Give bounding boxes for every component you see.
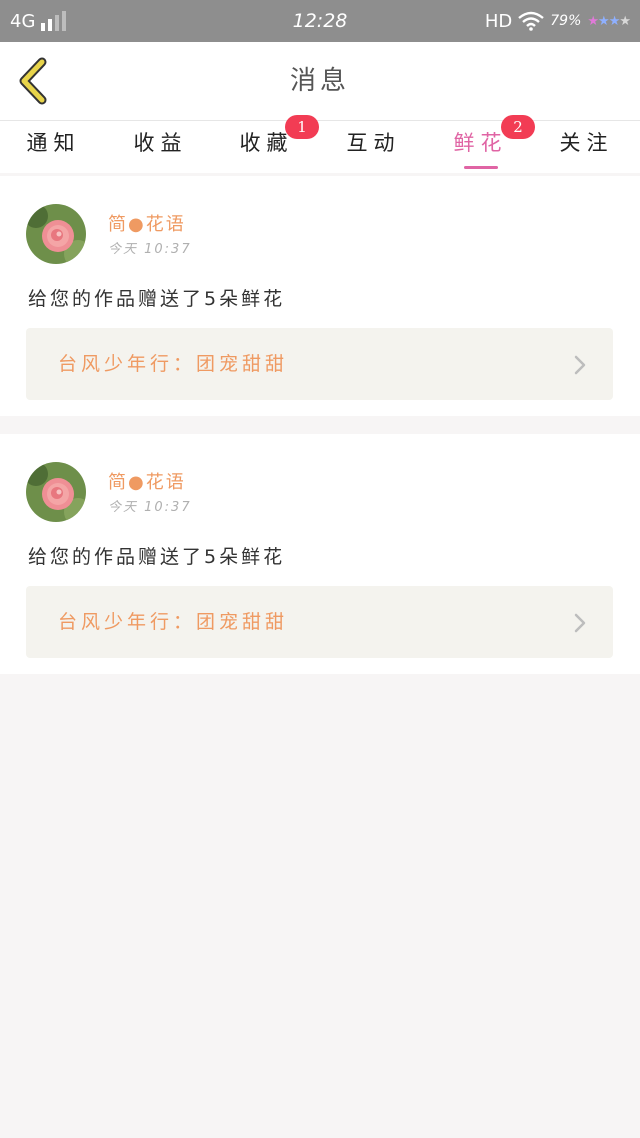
- work-link[interactable]: 台风少年行：团宠甜甜: [26, 328, 613, 400]
- tab-interactions[interactable]: 互动: [320, 121, 427, 173]
- tab-label: 收益: [133, 131, 188, 155]
- chevron-right-icon: [574, 355, 586, 375]
- tab-favorites[interactable]: 收藏 1: [213, 115, 320, 173]
- active-tab-indicator: [464, 166, 498, 169]
- avatar[interactable]: [26, 462, 86, 522]
- sender-name[interactable]: 简●花语: [108, 468, 186, 494]
- tab-label: 关注: [559, 131, 614, 155]
- unread-badge: 2: [501, 115, 535, 139]
- wifi-icon: [518, 11, 545, 31]
- hd-label: HD: [484, 10, 513, 32]
- message-text: 给您的作品赠送了5朵鲜花: [28, 546, 286, 568]
- unread-badge: 1: [285, 115, 319, 139]
- star-icon: ★★★★: [587, 13, 631, 29]
- tab-label: 通知: [26, 131, 81, 155]
- page-title: 消息: [289, 66, 350, 96]
- tab-bar: 通知 收益 收藏 1 互动 鲜花 2 关注: [0, 115, 640, 173]
- tab-flowers[interactable]: 鲜花 2: [427, 115, 535, 173]
- work-title: 台风少年行：团宠甜甜: [58, 353, 289, 375]
- tab-label: 鲜花: [453, 131, 508, 155]
- sender-name[interactable]: 简●花语: [108, 210, 186, 236]
- message-time: 今天 10:37: [108, 242, 192, 257]
- chevron-right-icon: [574, 613, 586, 633]
- status-right: HD 79% ★★★★: [484, 0, 631, 42]
- status-bar: 4G 12:28 HD 79% ★★★★: [0, 0, 640, 42]
- tab-label: 收藏: [239, 131, 294, 155]
- tab-following[interactable]: 关注: [533, 121, 640, 173]
- work-title: 台风少年行：团宠甜甜: [58, 611, 289, 633]
- message-card: 简●花语 今天 10:37 给您的作品赠送了5朵鲜花 台风少年行：团宠甜甜: [0, 434, 640, 674]
- message-card: 简●花语 今天 10:37 给您的作品赠送了5朵鲜花 台风少年行：团宠甜甜: [0, 176, 640, 416]
- work-link[interactable]: 台风少年行：团宠甜甜: [26, 586, 613, 658]
- header: 消息: [0, 42, 640, 121]
- message-time: 今天 10:37: [108, 500, 192, 515]
- tab-notifications[interactable]: 通知: [0, 121, 107, 173]
- avatar[interactable]: [26, 204, 86, 264]
- tab-earnings[interactable]: 收益: [107, 121, 214, 173]
- message-text: 给您的作品赠送了5朵鲜花: [28, 288, 286, 310]
- tab-label: 互动: [346, 131, 401, 155]
- battery-label: 79%: [550, 13, 582, 29]
